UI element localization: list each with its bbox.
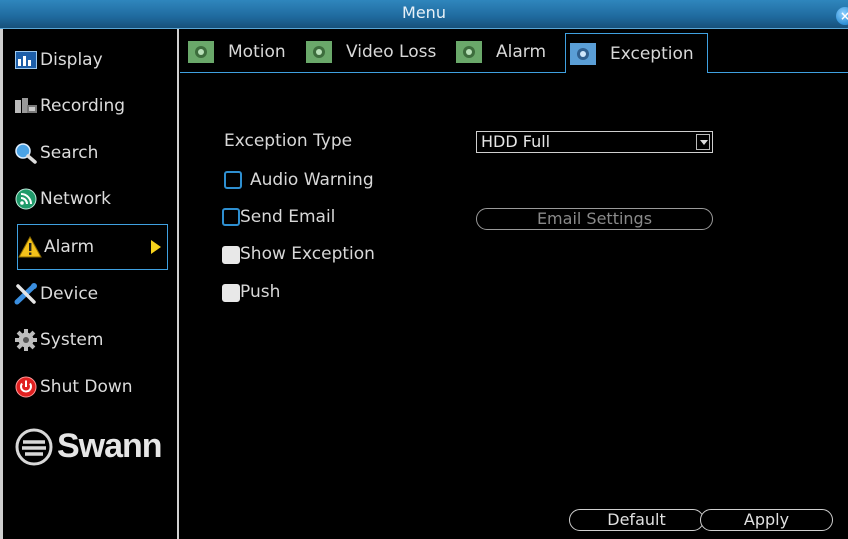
push-label: Push xyxy=(240,282,281,302)
sidebar-item-label: System xyxy=(40,330,104,350)
motion-tab-icon xyxy=(188,41,214,63)
recording-icon xyxy=(14,95,38,117)
alarm-tab-icon xyxy=(456,41,482,63)
swann-logo-icon xyxy=(15,428,53,465)
audio-warning-label: Audio Warning xyxy=(250,170,374,190)
video-loss-tab-icon xyxy=(306,41,332,63)
system-gear-icon xyxy=(14,329,38,351)
sidebar-item-label: Display xyxy=(40,50,103,70)
window-left-border xyxy=(0,29,3,539)
sidebar-divider xyxy=(177,29,179,539)
send-email-label: Send Email xyxy=(240,207,336,227)
tab-label: Alarm xyxy=(496,42,547,62)
chevron-down-icon[interactable] xyxy=(696,134,710,150)
tab-bar: Motion Video Loss Alarm Exception xyxy=(180,33,848,73)
tab-label: Exception xyxy=(610,43,694,64)
device-tools-icon xyxy=(14,283,38,305)
exception-type-value: HDD Full xyxy=(481,132,551,151)
sidebar-item-label: Network xyxy=(40,189,111,209)
network-icon xyxy=(14,188,38,210)
sidebar-item-alarm[interactable]: Alarm xyxy=(17,224,168,270)
default-button[interactable]: Default xyxy=(569,509,704,531)
active-arrow-icon xyxy=(151,240,161,254)
send-email-checkbox[interactable] xyxy=(222,208,240,226)
tab-label: Motion xyxy=(228,42,286,62)
sidebar-item-search[interactable]: Search xyxy=(14,135,168,171)
show-exception-label: Show Exception xyxy=(240,244,375,264)
apply-button[interactable]: Apply xyxy=(700,509,833,531)
show-exception-checkbox[interactable] xyxy=(222,246,240,264)
sidebar-item-label: Search xyxy=(40,143,99,163)
tab-label: Video Loss xyxy=(346,42,437,62)
push-checkbox[interactable] xyxy=(222,284,240,302)
tab-motion[interactable]: Motion xyxy=(188,33,286,71)
power-icon xyxy=(14,376,38,398)
sidebar-item-label: Alarm xyxy=(44,237,95,257)
sidebar-item-network[interactable]: Network xyxy=(14,181,168,217)
display-icon xyxy=(14,49,38,71)
tab-alarm[interactable]: Alarm xyxy=(456,33,546,71)
sidebar-item-shut-down[interactable]: Shut Down xyxy=(14,369,168,405)
sidebar-item-display[interactable]: Display xyxy=(14,42,168,78)
sidebar-item-recording[interactable]: Recording xyxy=(14,88,168,124)
email-settings-button[interactable]: Email Settings xyxy=(476,208,713,230)
logo-wordmark: Swann xyxy=(57,427,163,465)
exception-tab-icon xyxy=(570,42,596,65)
close-icon[interactable]: × xyxy=(836,7,848,25)
exception-type-label: Exception Type xyxy=(224,131,353,151)
title-bar: Menu × xyxy=(0,0,848,29)
sidebar-item-label: Shut Down xyxy=(40,377,133,397)
sidebar-item-label: Device xyxy=(40,284,99,304)
sidebar-item-device[interactable]: Device xyxy=(14,276,168,312)
sidebar-item-system[interactable]: System xyxy=(14,322,168,358)
tab-exception[interactable]: Exception xyxy=(565,33,708,73)
exception-type-select[interactable]: HDD Full xyxy=(476,131,713,153)
audio-warning-checkbox[interactable] xyxy=(224,171,242,189)
tab-video-loss[interactable]: Video Loss xyxy=(306,33,436,71)
search-icon xyxy=(14,142,38,164)
window-title: Menu xyxy=(402,3,446,22)
swann-logo: Swann xyxy=(15,427,163,466)
sidebar-item-label: Recording xyxy=(40,96,126,116)
alarm-warning-icon xyxy=(18,236,42,258)
